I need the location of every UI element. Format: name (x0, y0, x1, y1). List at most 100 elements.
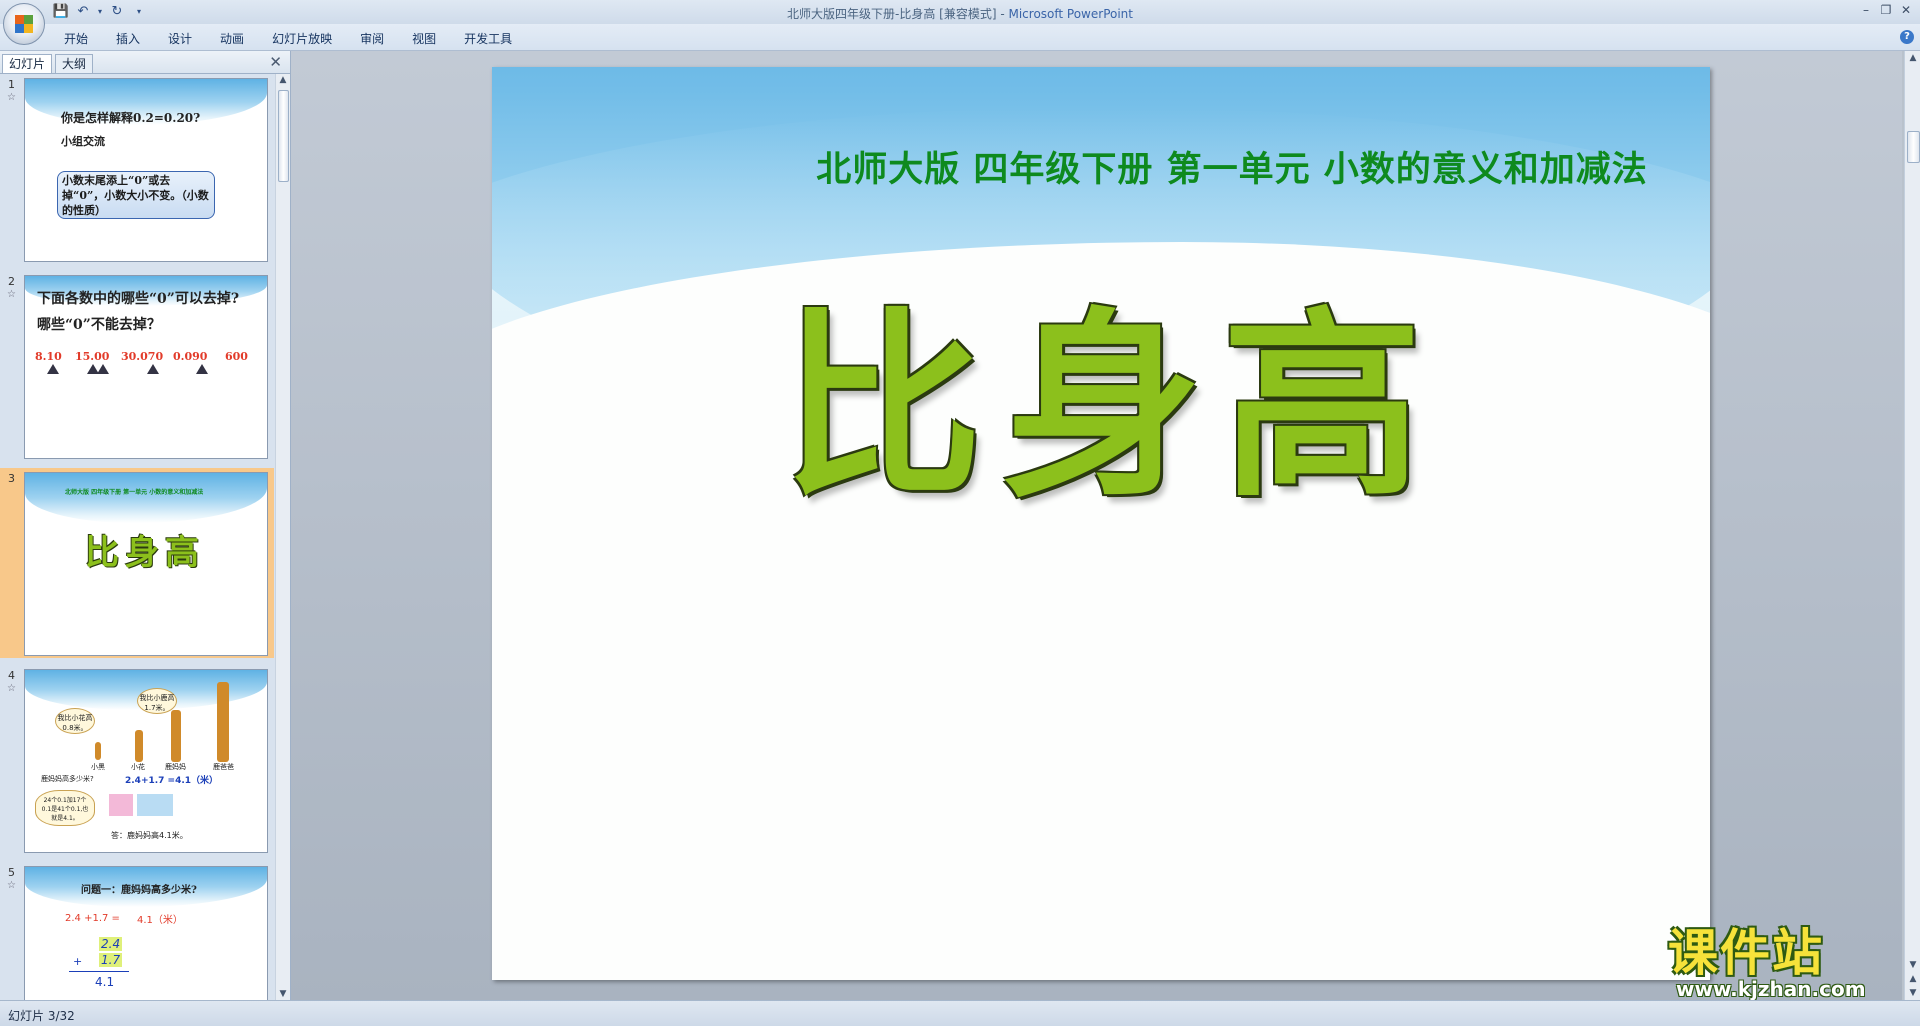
watermark-url: www.kjzhan.com (1676, 977, 1866, 1001)
scroll-thumb[interactable] (1907, 131, 1920, 163)
triangle-marker-icon (147, 364, 159, 374)
animal-name: 小黑 (91, 763, 105, 771)
office-button[interactable] (3, 3, 45, 45)
scroll-up-icon[interactable]: ▲ (276, 75, 290, 85)
thumb-title: 比身高 (85, 533, 205, 573)
animal-name: 小花 (131, 763, 145, 771)
slide-number: 3 (8, 472, 15, 485)
grid-block-icon (109, 794, 133, 816)
animation-star-icon: ☆ (7, 683, 16, 694)
tab-view[interactable]: 视图 (398, 30, 450, 48)
animal-name: 鹿妈妈 (165, 763, 186, 771)
thumb-number: 600 (225, 350, 248, 363)
help-icon[interactable]: ? (1900, 30, 1914, 44)
thumb-answer: 答：鹿妈妈高4.1米。 (111, 831, 188, 840)
slide-number: 2 (8, 275, 15, 288)
slide-subtitle[interactable]: 北师大版 四年级下册 第一单元 小数的意义和加减法 (792, 141, 1672, 192)
window-controls: – ❐ ✕ (1856, 2, 1916, 18)
giraffe-icon (135, 730, 143, 762)
thumb-question: 鹿妈妈高多少米? (41, 775, 94, 783)
slide-thumbnail-2[interactable]: 2 ☆ 下面各数中的哪些“0”可以去掉? 哪些“0”不能去掉？ 8.10 15.… (0, 271, 274, 461)
scroll-thumb[interactable] (278, 90, 289, 182)
slide-thumbnail-4[interactable]: 4 ☆ 我比小花高0.8米。 我比小鹿高1.7米。 小黑 小花 鹿妈妈 鹿爸爸 … (0, 665, 274, 855)
giraffe-icon (95, 742, 101, 760)
thumb-result: 4.1（米） (137, 911, 183, 926)
thumbnails-scrollbar[interactable]: ▲ ▼ (275, 74, 290, 1000)
minimize-icon[interactable]: – (1856, 2, 1876, 18)
slide-scrollbar[interactable]: ▲ ▼ ▲ ▼ (1904, 51, 1920, 1000)
animation-star-icon: ☆ (7, 289, 16, 300)
thumb-equation: 2.4 +1.7 = (65, 913, 120, 924)
result-value: 4.1（米） (137, 915, 183, 926)
thumb-equation: 2.4+1.7 =4.1（米） (125, 776, 219, 786)
status-bar: 幻灯片 3/32 (0, 1000, 1920, 1026)
thumb-question: 你是怎样解释0.2=0.20? (61, 111, 201, 125)
giraffe-icon (171, 710, 181, 762)
tab-design[interactable]: 设计 (154, 30, 206, 48)
slide-counter: 幻灯片 3/32 (8, 1009, 75, 1023)
thumb-number: 8.10 (35, 350, 62, 363)
tab-review[interactable]: 审阅 (346, 30, 398, 48)
window-title: 北师大版四年级下册-比身高 [兼容模式] - Microsoft PowerPo… (0, 5, 1920, 22)
app-name: Microsoft PowerPoint (1008, 7, 1133, 21)
thumb-number: 0.090 (173, 350, 208, 363)
next-slide-icon[interactable]: ▼ (1905, 988, 1920, 998)
slide-thumbnails: 1 ☆ 你是怎样解释0.2=0.20? 小组交流 小数末尾添上“0”或去掉“0”… (0, 74, 274, 1000)
slide-number: 1 (8, 78, 15, 91)
sum-line (69, 971, 129, 972)
thumb-subtitle: 北师大版 四年级下册 第一单元 小数的意义和加减法 (65, 489, 204, 496)
sum-value: 4.1 (95, 975, 115, 989)
slide-number: 4 (8, 669, 15, 682)
slides-panel: 幻灯片 大纲 ✕ 1 ☆ 你是怎样解释0.2=0.20? 小组交流 小数末尾添上… (0, 51, 291, 1000)
ribbon-tabs: 开始 插入 设计 动画 幻灯片放映 审阅 视图 开发工具 (50, 30, 526, 48)
giraffe-icon (217, 682, 229, 762)
speech-bubble: 我比小花高0.8米。 (55, 708, 95, 734)
title-bar: 💾 ↶ ▾ ↻ ▾ 北师大版四年级下册-比身高 [兼容模式] - Microso… (0, 0, 1920, 45)
scroll-down-icon[interactable]: ▼ (1905, 960, 1920, 970)
scroll-down-icon[interactable]: ▼ (276, 989, 290, 999)
office-logo-icon (15, 15, 33, 33)
thumbnail-canvas: 北师大版 四年级下册 第一单元 小数的意义和加减法 比身高 (24, 472, 268, 656)
close-icon[interactable]: ✕ (1896, 2, 1916, 18)
grid-block-icon (137, 794, 173, 816)
addend-bottom: 1.7 (99, 953, 123, 967)
restore-icon[interactable]: ❐ (1876, 2, 1896, 18)
document-name: 北师大版四年级下册-比身高 [兼容模式] - (787, 7, 1009, 21)
tab-outline[interactable]: 大纲 (55, 54, 94, 73)
tab-slideshow[interactable]: 幻灯片放映 (258, 30, 346, 48)
ribbon-tabs-bar: 开始 插入 设计 动画 幻灯片放映 审阅 视图 开发工具 ? (0, 24, 1920, 51)
slide-thumbnail-3[interactable]: 3 北师大版 四年级下册 第一单元 小数的意义和加减法 比身高 (0, 468, 274, 658)
tab-home[interactable]: 开始 (50, 30, 102, 48)
previous-slide-icon[interactable]: ▲ (1905, 974, 1920, 984)
thumbnail-canvas: 你是怎样解释0.2=0.20? 小组交流 小数末尾添上“0”或去掉“0”，小数大… (24, 78, 268, 262)
tab-animations[interactable]: 动画 (206, 30, 258, 48)
watermark-logo: 课件站 www.kjzhan.com (1668, 925, 1898, 1001)
plus-sign: + (73, 955, 83, 968)
slide-title[interactable]: 比身高 (782, 307, 1422, 507)
scroll-up-icon[interactable]: ▲ (1905, 53, 1920, 63)
animal-name: 鹿爸爸 (213, 763, 234, 771)
watermark-text: 课件站 (1668, 924, 1824, 982)
tab-slides[interactable]: 幻灯片 (2, 54, 53, 73)
thumb-rule-box: 小数末尾添上“0”或去掉“0”，小数大小不变。（小数的性质） (57, 171, 215, 219)
tab-insert[interactable]: 插入 (102, 30, 154, 48)
panel-tabs: 幻灯片 大纲 ✕ (0, 51, 290, 74)
thumb-number: 30.070 (121, 350, 164, 363)
thumbnail-canvas: 问题一：鹿妈妈高多少米? 2.4 +1.7 = 4.1（米） 2.4 + 1.7… (24, 866, 268, 1000)
triangle-marker-icon (196, 364, 208, 374)
thumb-group-label: 小组交流 (61, 135, 105, 148)
note-bubble: 24个0.1加17个0.1是41个0.1,也就是4.1。 (35, 790, 95, 826)
wave-background (25, 473, 267, 523)
slide-thumbnail-5[interactable]: 5 ☆ 问题一：鹿妈妈高多少米? 2.4 +1.7 = 4.1（米） 2.4 +… (0, 862, 274, 1000)
tab-developer[interactable]: 开发工具 (450, 30, 526, 48)
close-panel-icon[interactable]: ✕ (269, 53, 282, 71)
animation-star-icon: ☆ (7, 92, 16, 103)
thumbnail-canvas: 我比小花高0.8米。 我比小鹿高1.7米。 小黑 小花 鹿妈妈 鹿爸爸 鹿妈妈高… (24, 669, 268, 853)
addend-top: 2.4 (99, 937, 123, 951)
triangle-marker-icon (97, 364, 109, 374)
slide-thumbnail-1[interactable]: 1 ☆ 你是怎样解释0.2=0.20? 小组交流 小数末尾添上“0”或去掉“0”… (0, 74, 274, 264)
current-slide[interactable]: 北师大版 四年级下册 第一单元 小数的意义和加减法 比身高 (492, 67, 1710, 980)
thumb-question: 问题一：鹿妈妈高多少米? (81, 885, 197, 896)
thumbnail-canvas: 下面各数中的哪些“0”可以去掉? 哪些“0”不能去掉？ 8.10 15.00 3… (24, 275, 268, 459)
thumb-line-2: 哪些“0”不能去掉？ (37, 317, 161, 333)
